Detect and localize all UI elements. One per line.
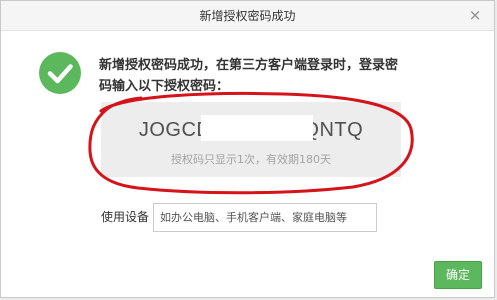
check-circle-icon: [39, 52, 81, 94]
success-message: 新增授权密码成功，在第三方客户端登录时，登录密码输入以下授权密码：: [99, 58, 399, 94]
confirm-button[interactable]: 确定: [434, 261, 482, 289]
auth-code-redaction: [201, 115, 313, 141]
auth-code-box: JOGCD WQNTQ 授权码只显示1次，有效期180天: [101, 102, 401, 177]
auth-password-dialog: 新增授权密码成功 × 新增授权密码成功，在第三方客户端登录时，登录密码输入以下授…: [0, 0, 495, 298]
device-label: 使用设备: [101, 210, 150, 224]
device-input[interactable]: [153, 203, 377, 232]
auth-code-note: 授权码只显示1次，有效期180天: [171, 153, 331, 166]
dialog-title: 新增授权密码成功: [199, 9, 296, 23]
close-icon[interactable]: ×: [468, 6, 482, 24]
dialog-titlebar: 新增授权密码成功 ×: [1, 1, 494, 31]
